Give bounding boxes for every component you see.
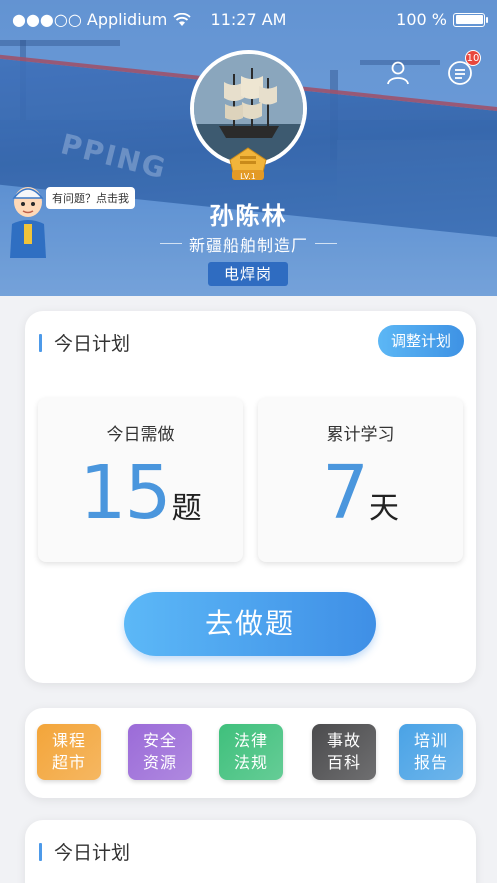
module-laws-regulations[interactable]: 法律 法规 xyxy=(219,724,283,780)
total-number: 7 xyxy=(321,450,369,536)
module-line2: 百科 xyxy=(326,753,361,772)
module-line1: 事故 xyxy=(326,731,361,750)
adjust-plan-button[interactable]: 调整计划 xyxy=(378,325,464,357)
today-label: 今日需做 xyxy=(106,425,175,445)
module-line1: 课程 xyxy=(51,731,86,750)
module-line2: 报告 xyxy=(413,753,448,772)
daily-plan-card: 今日计划 调整计划 今日需做 15题 累计学习 7天 去做题 xyxy=(25,311,476,683)
module-training-report[interactable]: 培训 报告 xyxy=(399,724,463,780)
today-questions-stat: 今日需做 15题 xyxy=(38,398,243,562)
module-line2: 法规 xyxy=(233,753,268,772)
level-label: LV.1 xyxy=(240,172,256,181)
title-accent-bar xyxy=(39,333,42,352)
start-practice-button[interactable]: 去做题 xyxy=(124,592,376,656)
today-unit: 题 xyxy=(171,491,202,526)
post-tag: 电焊岗 xyxy=(208,262,288,286)
total-unit: 天 xyxy=(369,491,400,526)
plan-title-text: 今日计划 xyxy=(54,333,131,355)
title-accent-bar xyxy=(39,842,42,861)
module-safety-resources[interactable]: 安全 资源 xyxy=(128,724,192,780)
user-icon xyxy=(387,61,409,85)
module-accident-encyclopedia[interactable]: 事故 百科 xyxy=(312,724,376,780)
total-label: 累计学习 xyxy=(326,425,395,445)
help-bubble[interactable]: 有问题？点击我 xyxy=(46,187,135,209)
header-actions: 10 xyxy=(385,50,481,86)
total-value: 7天 xyxy=(258,450,463,536)
daily-plan-card-2: 今日计划 xyxy=(25,820,476,883)
module-line2: 资源 xyxy=(142,753,177,772)
today-number: 15 xyxy=(79,450,171,536)
today-value: 15题 xyxy=(38,450,243,536)
module-line1: 安全 xyxy=(142,731,177,750)
module-line2: 超市 xyxy=(51,753,86,772)
module-line1: 法律 xyxy=(233,731,268,750)
plan-title: 今日计划 xyxy=(39,329,130,356)
profile-button[interactable] xyxy=(385,60,411,86)
plan2-title-text: 今日计划 xyxy=(54,842,131,864)
notification-badge: 10 xyxy=(465,50,481,66)
module-line1: 培训 xyxy=(413,731,448,750)
battery-info: 100 % xyxy=(396,10,488,29)
divider-right xyxy=(315,243,337,244)
module-course-market[interactable]: 课程 超市 xyxy=(37,724,101,780)
battery-icon xyxy=(453,12,488,27)
plan2-title: 今日计划 xyxy=(39,838,130,865)
status-bar: ●●●○○ Applidium 11:27 AM 100 % xyxy=(0,0,497,38)
total-days-stat: 累计学习 7天 xyxy=(258,398,463,562)
company-name: 新疆船舶制造厂 xyxy=(188,236,308,255)
modules-card: 课程 超市 安全 资源 法律 法规 事故 百科 培训 报告 xyxy=(25,708,476,798)
battery-percent: 100 % xyxy=(396,10,447,29)
messages-button[interactable]: 10 xyxy=(447,50,481,86)
